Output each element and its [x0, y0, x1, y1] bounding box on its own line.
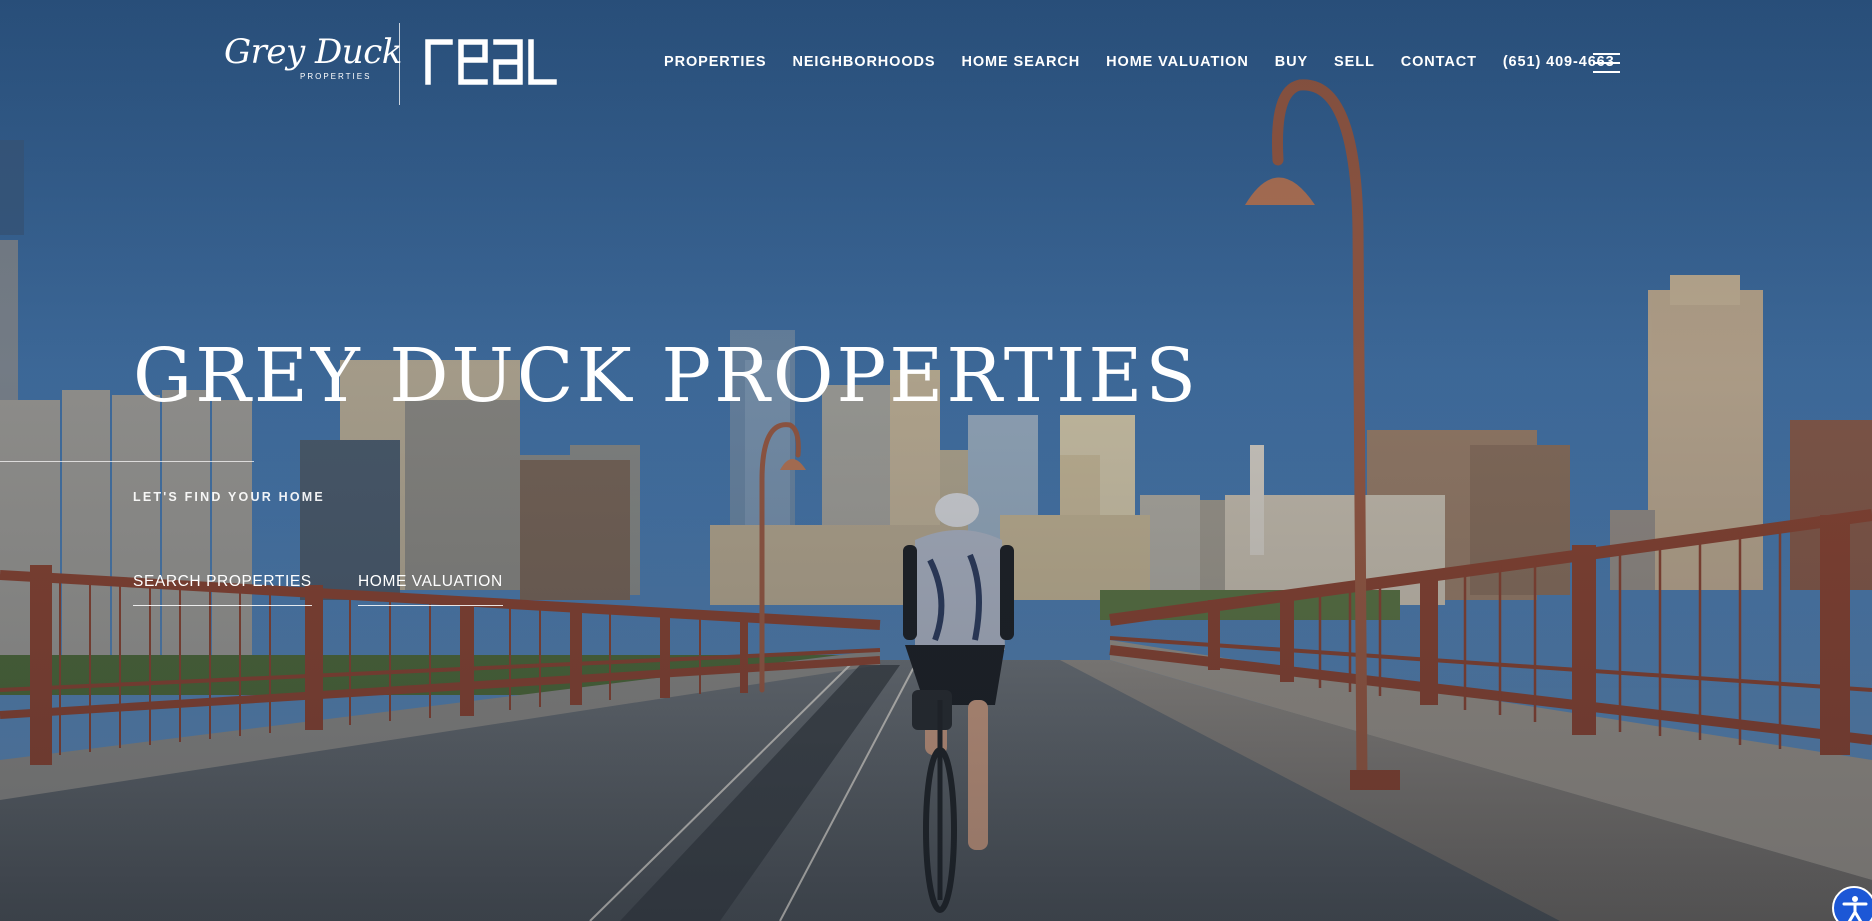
nav-home-valuation[interactable]: HOME VALUATION: [1106, 54, 1249, 70]
nav-neighborhoods[interactable]: NEIGHBORHOODS: [792, 54, 935, 70]
nav-home-search[interactable]: HOME SEARCH: [961, 54, 1080, 70]
hero-title: GREY DUCK PROPERTIES: [133, 333, 1200, 419]
site-header: Grey Duck PROPERTIES PROPERTIES NEIGHBOR…: [0, 0, 1872, 110]
accessibility-button[interactable]: [1832, 886, 1872, 921]
home-valuation-link[interactable]: HOME VALUATION: [358, 573, 503, 606]
grey-duck-logo-wordmark: Grey Duck: [224, 32, 402, 72]
nav-buy[interactable]: BUY: [1275, 54, 1308, 70]
nav-contact[interactable]: CONTACT: [1401, 54, 1477, 70]
hero-tagline: LET'S FIND YOUR HOME: [133, 490, 325, 504]
grey-duck-logo[interactable]: Grey Duck PROPERTIES: [224, 32, 402, 90]
grey-duck-logo-subtitle: PROPERTIES: [300, 72, 372, 81]
logo-divider: [399, 23, 400, 105]
real-brokerage-logo[interactable]: [424, 36, 558, 88]
search-properties-link[interactable]: SEARCH PROPERTIES: [133, 573, 312, 606]
hamburger-menu-icon[interactable]: [1593, 53, 1620, 74]
accessibility-icon: [1842, 896, 1868, 921]
real-logo-mark: [425, 39, 557, 85]
page: Grey Duck PROPERTIES PROPERTIES NEIGHBOR…: [0, 0, 1872, 921]
hero-overlay: [0, 0, 1872, 921]
hero-divider: [0, 461, 254, 462]
nav-sell[interactable]: SELL: [1334, 54, 1375, 70]
nav-properties[interactable]: PROPERTIES: [664, 54, 766, 70]
main-navigation: PROPERTIES NEIGHBORHOODS HOME SEARCH HOM…: [664, 54, 1615, 70]
